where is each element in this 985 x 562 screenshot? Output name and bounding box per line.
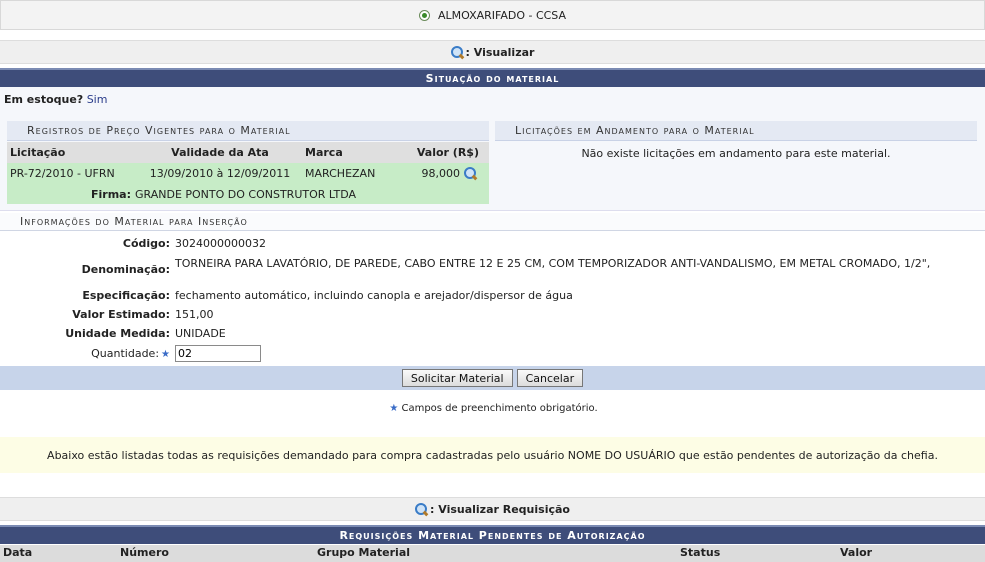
unit-selector-bar: ALMOXARIFADO - CCSA [0, 0, 985, 30]
info-section-title: Informações do Material para Inserção [0, 213, 985, 231]
bids-empty-message: Não existe licitações em andamento para … [581, 147, 891, 160]
cell-valor-text: 98,000 [421, 167, 461, 180]
field-denominacao: Denominação: TORNEIRA PARA LAVATÓRIO, DE… [0, 257, 985, 276]
magnifier-icon [415, 502, 428, 516]
firm-row: Firma: GRANDE PONTO DO CONSTRUTOR LTDA [7, 184, 489, 204]
radio-selected-icon[interactable] [418, 9, 430, 21]
required-note-text: Campos de preenchimento obrigatório. [401, 403, 598, 414]
quantity-label: Quantidade: [91, 347, 160, 360]
legend-view-requisition-label: : Visualizar Requisição [430, 502, 570, 516]
column-header-marca: Marca [305, 146, 343, 159]
firm-label: Firma: [91, 187, 131, 201]
quantity-label-wrap: Quantidade: ★ [0, 347, 175, 360]
field-label: Especificação: [82, 289, 170, 302]
pending-notice: Abaixo estão listadas todas as requisiçõ… [0, 437, 985, 473]
field-value: UNIDADE [175, 327, 226, 340]
field-label: Unidade Medida: [65, 327, 170, 340]
pending-caption: Requisições Material Pendentes de Autori… [0, 525, 985, 544]
field-especificacao: Especificação: fechamento automático, in… [0, 289, 985, 302]
request-material-button[interactable]: Solicitar Material [401, 369, 513, 387]
field-quantidade: Quantidade: ★ [0, 345, 985, 362]
button-bar: Solicitar Material Cancelar [0, 366, 985, 390]
field-valor-estimado: Valor Estimado: 151,00 [0, 308, 985, 321]
cell-marca: MARCHEZAN [305, 167, 376, 180]
legend-bar-requisition: : Visualizar Requisição [0, 497, 985, 521]
situation-caption: Situação do material [0, 68, 985, 87]
field-label: Denominação: [81, 263, 170, 276]
field-unidade-medida: Unidade Medida: UNIDADE [0, 327, 985, 340]
stock-status: Em estoque? Sim [4, 93, 107, 106]
cell-valor: 98,000 [393, 167, 483, 180]
table-header-row: Licitação Validade da Ata Marca Valor (R… [7, 142, 489, 163]
firm-value: GRANDE PONTO DO CONSTRUTOR LTDA [135, 187, 357, 201]
field-value: 151,00 [175, 308, 214, 321]
column-header-numero: Número [120, 546, 169, 559]
price-registry-title: Registros de Preço Vigentes para o Mater… [7, 121, 489, 141]
column-header-status: Status [680, 546, 721, 559]
required-note: ★ Campos de preenchimento obrigatório. [0, 403, 985, 414]
table-row: PR-72/2010 - UFRN 13/09/2010 à 12/09/201… [7, 163, 489, 184]
legend-bar: : Visualizar [0, 40, 985, 64]
view-details-icon[interactable] [464, 167, 477, 180]
quantity-input[interactable] [175, 345, 261, 362]
legend-view-label: : Visualizar [465, 45, 535, 59]
column-header-data: Data [3, 546, 33, 559]
column-header-licitacao: Licitação [10, 146, 66, 159]
column-header-validade: Validade da Ata [171, 146, 269, 159]
cancel-button[interactable]: Cancelar [516, 369, 584, 387]
magnifier-icon [450, 45, 464, 59]
field-label: Valor Estimado: [72, 308, 170, 321]
column-header-valor: Valor [840, 546, 873, 559]
cell-validade: 13/09/2010 à 12/09/2011 [149, 167, 291, 180]
stock-label: Em estoque? [4, 93, 84, 106]
field-codigo: Código: 3024000000032 [0, 237, 985, 250]
field-value: 3024000000032 [175, 237, 266, 250]
column-header-grupo: Grupo Material [317, 546, 411, 559]
bids-title: Licitações em Andamento para o Material [495, 121, 977, 141]
stock-value: Sim [86, 93, 108, 106]
field-value: fechamento automático, incluindo canopla… [175, 289, 573, 302]
required-star-icon: ★ [161, 349, 170, 360]
field-value: TORNEIRA PARA LAVATÓRIO, DE PAREDE, CABO… [175, 257, 931, 270]
required-star-icon: ★ [389, 403, 399, 414]
unit-label: ALMOXARIFADO - CCSA [437, 8, 567, 22]
cell-licitacao: PR-72/2010 - UFRN [10, 167, 115, 180]
price-registry-table: Licitação Validade da Ata Marca Valor (R… [7, 142, 489, 204]
column-header-valor: Valor (R$) [416, 146, 479, 159]
pending-table-header: Data Número Grupo Material Status Valor [0, 545, 985, 562]
field-label: Código: [122, 237, 170, 250]
